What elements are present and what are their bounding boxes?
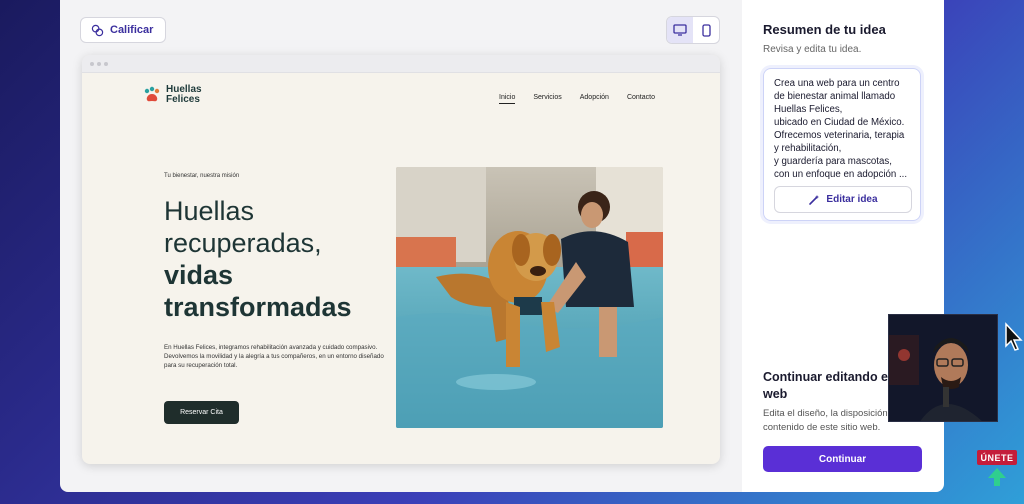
hero-title: Huellas recuperadas, vidas transformadas [164,195,394,323]
panel-subtitle: Revisa y edita tu idea. [763,44,862,55]
nav-item-inicio[interactable]: Inicio [499,94,516,104]
nav-item-servicios[interactable]: Servicios [533,94,561,104]
window-dot [97,61,101,66]
continue-desc-line-2: contenido de este sitio web. [763,422,881,433]
nav-item-adopcion[interactable]: Adopción [580,94,609,104]
hero-title-light: Huellas recuperadas, [164,196,322,258]
idea-text: Crea una web para un centro de bienestar… [774,78,908,180]
continue-desc-line-1: Edita el diseño, la disposición [763,408,888,419]
hero-image [396,167,663,428]
edit-idea-label: Editar idea [826,194,878,205]
continue-button[interactable]: Continuar [763,446,922,472]
continue-title: Continuar editando el web [763,370,892,401]
browser-bar [82,55,720,73]
edit-idea-button[interactable]: Editar idea [774,186,912,213]
window-dot [90,61,94,66]
panel-title: Resumen de tu idea [763,22,886,37]
desktop-view-button[interactable] [667,17,693,43]
hero-title-bold: vidas transformadas [164,260,352,322]
site-logo[interactable]: Huellas Felices [142,85,206,105]
brand-line-2: Felices [166,94,200,105]
rate-button[interactable]: Calificar [80,17,167,43]
paw-logo-icon [144,86,160,102]
rate-icon [91,24,104,36]
editor-canvas: Calificar Huellas Felices Inicio Servici… [60,0,742,492]
hero-description: En Huellas Felices, integramos rehabilit… [164,344,384,369]
mobile-icon [701,23,711,37]
arrow-up-icon [988,468,1006,486]
device-toggle [666,16,720,44]
mouse-cursor-icon [1005,322,1023,351]
brand-name: Huellas Felices [166,85,206,105]
dog-pool-photo [396,167,663,428]
rate-label: Calificar [110,24,154,36]
idea-card: Crea una web para un centro de bienestar… [763,68,921,221]
site-nav: Inicio Servicios Adopción Contacto [499,94,655,104]
webcam-overlay [888,314,998,422]
join-badge[interactable]: ÚNETE [977,450,1017,465]
website-preview: Huellas Felices Inicio Servicios Adopció… [82,55,720,464]
nav-item-contacto[interactable]: Contacto [627,94,655,104]
window-dot [104,61,108,66]
hero-kicker: Tu bienestar, nuestra misión [164,173,240,179]
magic-wand-icon [809,194,820,205]
book-appointment-button[interactable]: Reservar Cita [164,401,239,424]
desktop-icon [673,24,687,36]
mobile-view-button[interactable] [693,17,719,43]
continue-description: Edita el diseño, la disposición contenid… [763,407,891,435]
presenter-video [889,315,997,421]
